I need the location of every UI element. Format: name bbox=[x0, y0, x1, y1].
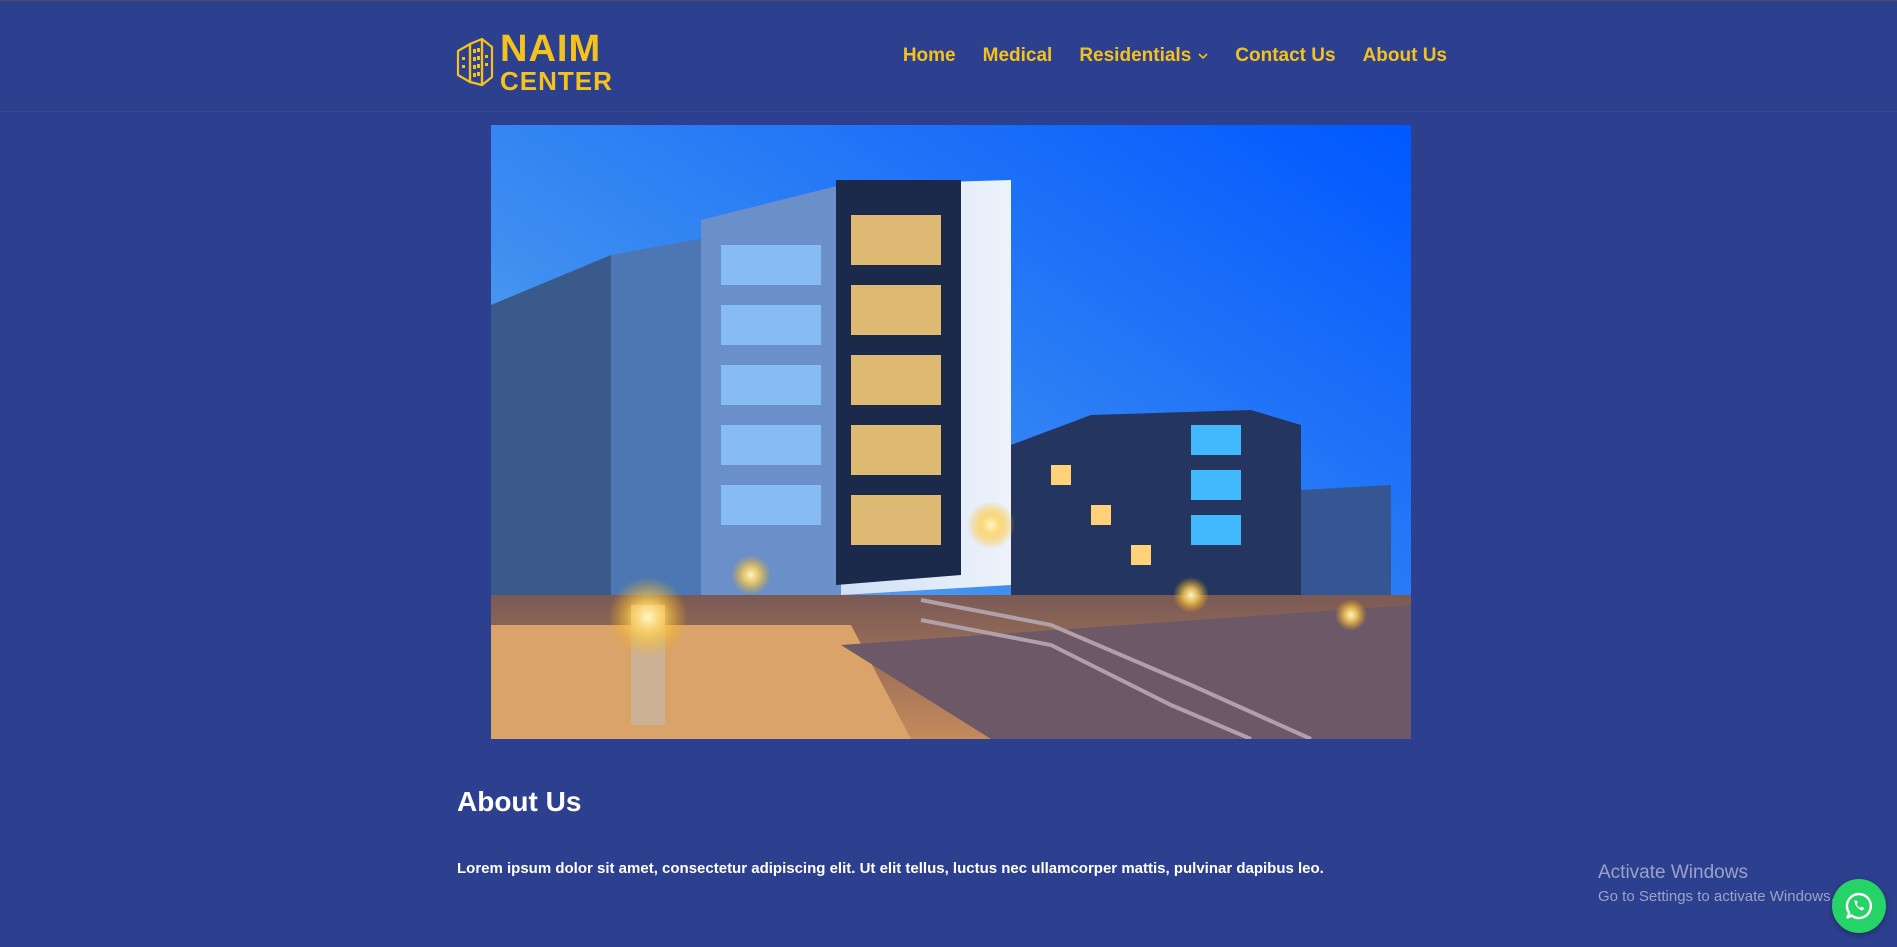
whatsapp-button[interactable] bbox=[1832, 879, 1886, 933]
brand-name-line2: CENTER bbox=[500, 66, 613, 96]
site-logo[interactable]: NAIM CENTER bbox=[454, 28, 614, 96]
watermark-title: Activate Windows bbox=[1598, 862, 1748, 883]
site-header: NAIM CENTER Home Medical Residentials Co… bbox=[0, 1, 1897, 112]
chevron-down-icon bbox=[1198, 53, 1208, 60]
nav-home[interactable]: Home bbox=[903, 45, 956, 67]
about-text: Lorem ipsum dolor sit amet, consectetur … bbox=[457, 860, 1324, 877]
about-heading: About Us bbox=[457, 786, 582, 817]
building-logo-icon bbox=[456, 37, 494, 87]
watermark-subtitle: Go to Settings to activate Windows. bbox=[1598, 888, 1835, 905]
nav-residentials-label: Residentials bbox=[1079, 45, 1192, 66]
nav-residentials[interactable]: Residentials bbox=[1079, 45, 1208, 67]
nav-about-us[interactable]: About Us bbox=[1363, 45, 1447, 67]
main-navigation: Home Medical Residentials Contact Us Abo… bbox=[876, 45, 1447, 67]
windows-activation-watermark: Activate Windows Go to Settings to activ… bbox=[1598, 862, 1835, 905]
apartment-buildings-photo bbox=[491, 125, 1411, 739]
nav-contact-us[interactable]: Contact Us bbox=[1235, 45, 1335, 67]
hero-image bbox=[491, 125, 1411, 739]
nav-medical[interactable]: Medical bbox=[983, 45, 1053, 67]
whatsapp-icon bbox=[1845, 892, 1872, 920]
brand-name-line1: NAIM bbox=[500, 28, 602, 70]
